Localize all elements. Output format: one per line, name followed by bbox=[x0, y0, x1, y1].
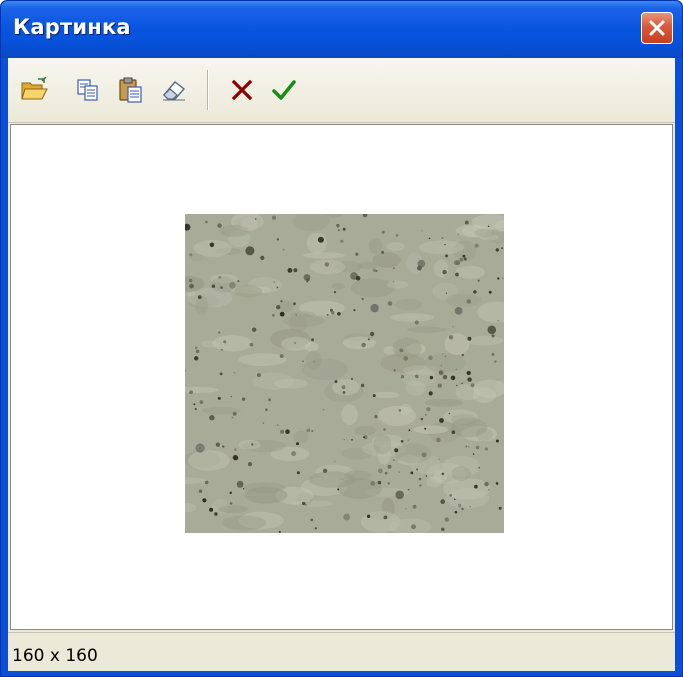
close-icon bbox=[649, 20, 665, 36]
folder-open-icon bbox=[21, 77, 48, 100]
status-bar: 160 x 160 bbox=[8, 632, 675, 671]
copy-button[interactable] bbox=[71, 73, 105, 107]
toolbar bbox=[8, 58, 675, 123]
clear-button[interactable] bbox=[157, 73, 191, 107]
close-button[interactable] bbox=[641, 12, 673, 44]
red-x-icon bbox=[231, 79, 253, 101]
green-check-icon bbox=[272, 80, 296, 100]
copy-icon bbox=[77, 79, 98, 101]
paste-button[interactable] bbox=[114, 73, 148, 107]
client-area: 160 x 160 bbox=[8, 58, 675, 671]
open-button[interactable] bbox=[17, 73, 51, 107]
ok-button[interactable] bbox=[267, 73, 301, 107]
window-title: Картинка bbox=[13, 15, 131, 39]
eraser-icon bbox=[163, 81, 186, 101]
picture-preview bbox=[163, 210, 516, 536]
paste-icon bbox=[119, 77, 142, 103]
image-dimensions: 160 x 160 bbox=[12, 646, 98, 666]
image-canvas bbox=[10, 124, 673, 630]
stone-texture bbox=[163, 210, 516, 536]
cancel-button[interactable] bbox=[225, 73, 259, 107]
toolbar-separator bbox=[207, 70, 209, 110]
window: Картинка 160 x 160 bbox=[0, 0, 683, 677]
title-bar[interactable]: Картинка bbox=[1, 1, 682, 58]
